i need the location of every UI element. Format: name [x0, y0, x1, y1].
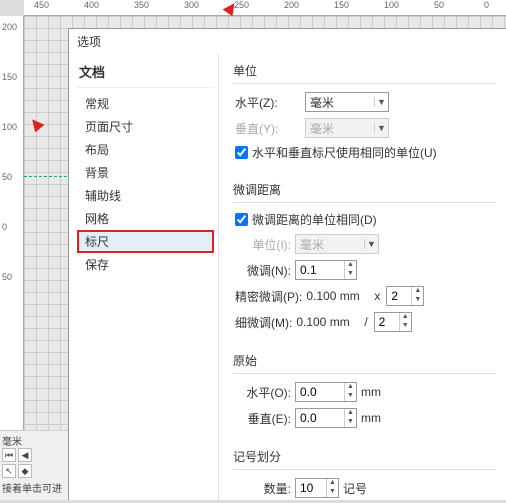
micro-nudge-div-input[interactable]: ▲▼ — [374, 312, 412, 332]
nudge-value-input[interactable]: ▲▼ — [295, 260, 357, 280]
sidebar-nav: 常规 页面尺寸 布局 背景 辅助线 网格 标尺 保存 — [77, 87, 214, 276]
dialog-main: 单位 水平(Z): 毫米▼ 垂直(Y): 毫米▼ — [219, 54, 506, 503]
ticks-suffix: 记号 — [343, 480, 367, 497]
spin-up-icon: ▲ — [345, 383, 356, 392]
vertical-ruler: 200 150 100 50 0 50 — [0, 16, 24, 500]
same-units-checkbox[interactable]: 水平和垂直标尺使用相同的单位(U) — [235, 144, 494, 161]
ticks-count-input[interactable]: ▲▼ — [295, 478, 339, 498]
micro-nudge-display: 0.100 mm — [296, 315, 360, 329]
super-nudge-label: 精密微调(P): — [235, 288, 306, 305]
super-nudge-display: 0.100 mm — [306, 289, 370, 303]
nudge-group: 微调距离 微调距离的单位相同(D) 单位(I): 毫米▼ 微调(N): — [233, 181, 496, 342]
dialog-sidebar: 文档 常规 页面尺寸 布局 背景 辅助线 网格 标尺 保存 — [69, 54, 219, 503]
sidebar-item-page-size[interactable]: 页面尺寸 — [77, 115, 214, 138]
nudge-unit-label: 单位(I): — [235, 236, 295, 253]
spin-down-icon: ▼ — [412, 296, 423, 305]
origin-horiz-input[interactable]: ▲▼ — [295, 382, 357, 402]
micro-nudge-label: 细微调(M): — [235, 314, 296, 331]
sidebar-item-save[interactable]: 保存 — [77, 253, 214, 276]
dialog-title: 选项 — [69, 29, 506, 54]
origin-vert-input[interactable]: ▲▼ — [295, 408, 357, 428]
unit-mm: mm — [361, 385, 381, 399]
sidebar-item-grid[interactable]: 网格 — [77, 207, 214, 230]
sidebar-item-general[interactable]: 常规 — [77, 92, 214, 115]
first-page-icon: ⏮ — [2, 448, 16, 462]
nudge-unit-combo: 毫米▼ — [295, 234, 379, 254]
ticks-count-label: 数量: — [235, 480, 295, 497]
spin-up-icon: ▲ — [400, 313, 411, 322]
page-nav[interactable]: ⏮◀ — [2, 448, 66, 462]
vert-unit-combo: 毫米▼ — [305, 118, 389, 138]
units-title: 单位 — [233, 62, 496, 79]
sidebar-item-layout[interactable]: 布局 — [77, 138, 214, 161]
sidebar-item-guides[interactable]: 辅助线 — [77, 184, 214, 207]
bottom-toolbar: 毫米 ⏮◀ ↖◆ 接着单击可进 — [0, 430, 68, 500]
spin-up-icon: ▲ — [345, 409, 356, 418]
spin-down-icon: ▼ — [400, 322, 411, 331]
options-dialog: 选项 文档 常规 页面尺寸 布局 背景 辅助线 网格 标尺 保存 单位 水平(Z… — [68, 28, 506, 500]
sidebar-item-rulers[interactable]: 标尺 — [77, 230, 214, 253]
chevron-down-icon: ▼ — [374, 97, 388, 107]
vert-unit-label: 垂直(Y): — [235, 120, 305, 137]
nudge-title: 微调距离 — [233, 181, 496, 198]
unit-label: 毫米 — [2, 433, 66, 448]
ticks-group: 记号划分 数量: ▲▼ 记号 — [233, 448, 496, 503]
spin-down-icon: ▼ — [345, 418, 356, 427]
horiz-unit-combo[interactable]: 毫米▼ — [305, 92, 389, 112]
origin-vert-label: 垂直(E): — [235, 410, 295, 427]
spin-up-icon: ▲ — [412, 287, 423, 296]
horiz-unit-label: 水平(Z): — [235, 94, 305, 111]
chevron-down-icon: ▼ — [374, 123, 388, 133]
prev-page-icon: ◀ — [18, 448, 32, 462]
chevron-down-icon: ▼ — [364, 239, 378, 249]
origin-title: 原始 — [233, 352, 496, 369]
sidebar-heading: 文档 — [77, 60, 214, 87]
nudge-label: 微调(N): — [235, 262, 295, 279]
nudge-same-checkbox[interactable]: 微调距离的单位相同(D) — [235, 211, 494, 228]
spin-down-icon: ▼ — [327, 488, 338, 497]
super-nudge-mult-input[interactable]: ▲▼ — [386, 286, 424, 306]
sidebar-item-background[interactable]: 背景 — [77, 161, 214, 184]
spin-up-icon: ▲ — [345, 261, 356, 270]
spin-up-icon: ▲ — [327, 479, 338, 488]
status-text: 接着单击可进 — [2, 480, 66, 495]
units-group: 单位 水平(Z): 毫米▼ 垂直(Y): 毫米▼ — [233, 62, 496, 171]
unit-mm: mm — [361, 411, 381, 425]
pointer-icon: ↖ — [2, 464, 16, 478]
origin-group: 原始 水平(O): ▲▼ mm 垂直(E): ▲▼ mm — [233, 352, 496, 438]
ticks-title: 记号划分 — [233, 448, 496, 465]
spin-down-icon: ▼ — [345, 270, 356, 279]
horizontal-ruler: 450 400 350 300 250 200 150 100 50 0 — [24, 0, 506, 16]
tool-icons[interactable]: ↖◆ — [2, 464, 66, 478]
origin-horiz-label: 水平(O): — [235, 384, 295, 401]
shape-icon: ◆ — [18, 464, 32, 478]
spin-down-icon: ▼ — [345, 392, 356, 401]
